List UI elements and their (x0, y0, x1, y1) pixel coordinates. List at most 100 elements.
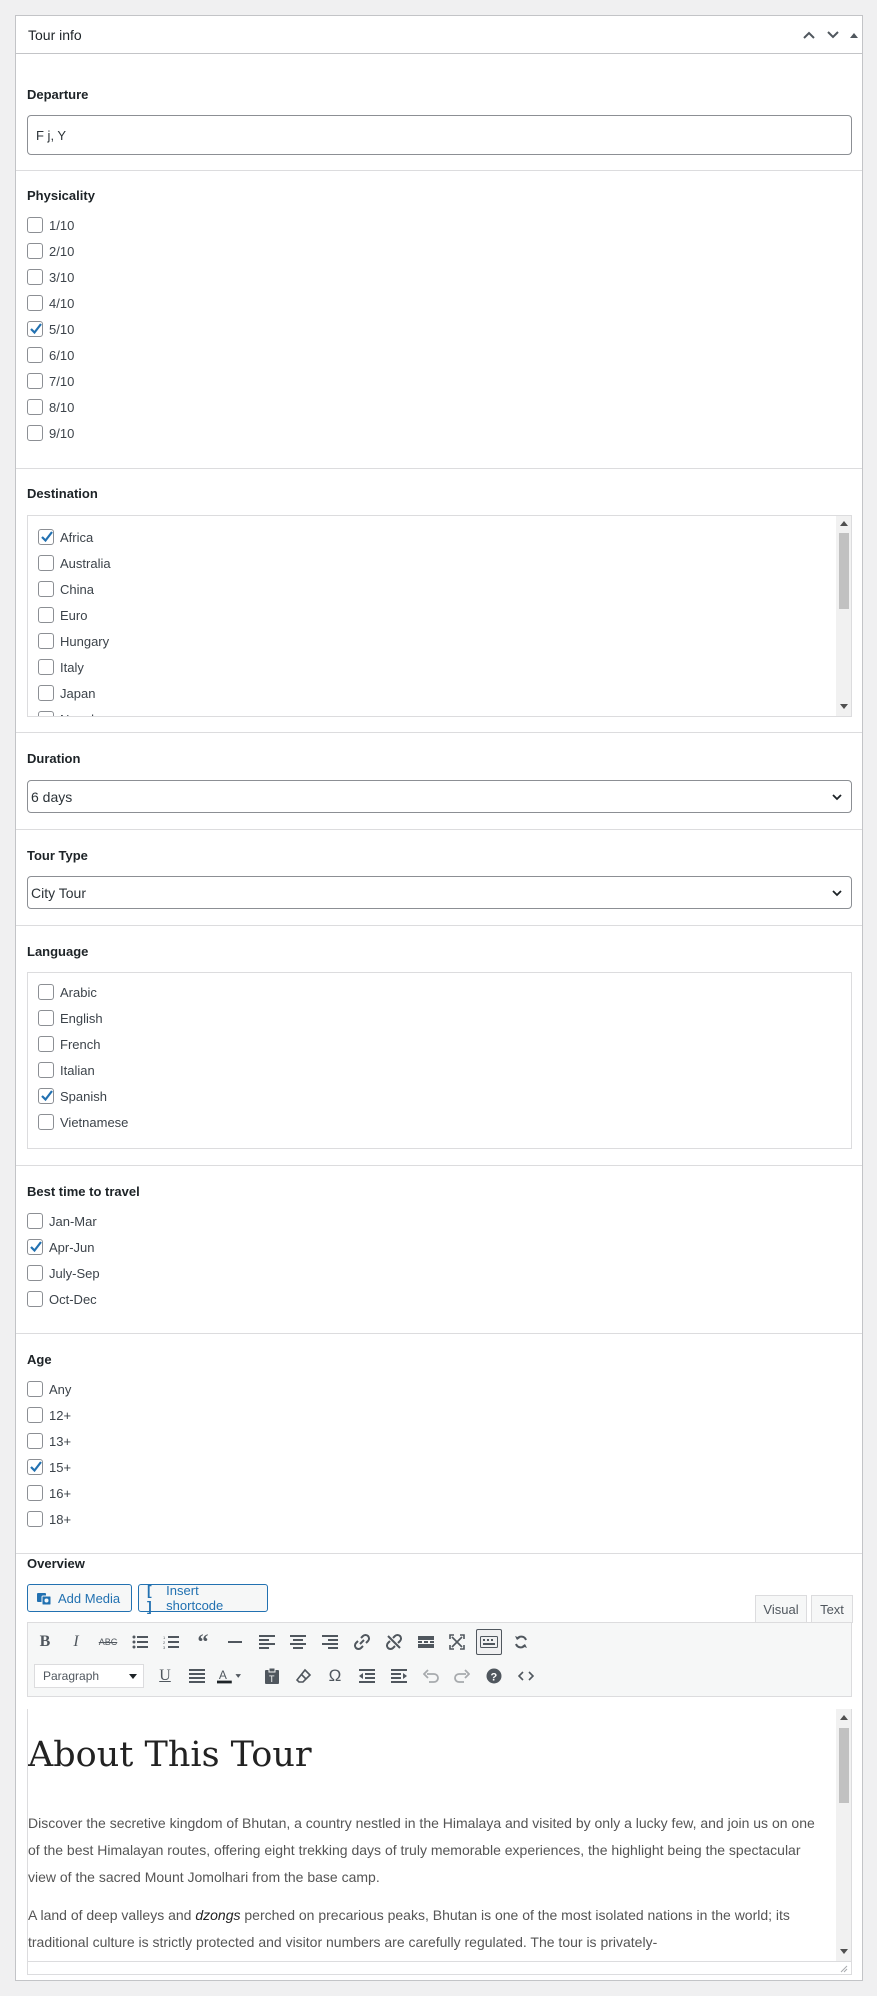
checkbox[interactable] (38, 1114, 54, 1130)
move-down-icon[interactable] (823, 25, 843, 45)
language-option[interactable]: Arabic (38, 982, 97, 1002)
underline-icon[interactable]: U (153, 1664, 177, 1688)
departure-input[interactable] (27, 115, 852, 155)
language-option[interactable]: Italian (38, 1060, 95, 1080)
read-more-icon[interactable] (414, 1630, 438, 1654)
age-option[interactable]: 15+ (27, 1457, 71, 1477)
outdent-icon[interactable] (355, 1664, 379, 1688)
refresh-icon[interactable] (509, 1630, 533, 1654)
checkbox[interactable] (27, 399, 43, 415)
language-option[interactable]: Vietnamese (38, 1112, 128, 1132)
age-option[interactable]: 13+ (27, 1431, 71, 1451)
physicality-option[interactable]: 1/10 (27, 215, 74, 235)
physicality-option[interactable]: 4/10 (27, 293, 74, 313)
checkbox[interactable] (27, 1213, 43, 1229)
scroll-down-arrow-icon[interactable] (840, 1949, 848, 1955)
language-option[interactable]: French (38, 1034, 100, 1054)
editor-scroll-thumb[interactable] (839, 1728, 849, 1803)
toolbar-toggle-icon[interactable] (476, 1629, 502, 1655)
scroll-up-arrow-icon[interactable] (840, 1714, 848, 1720)
checkbox[interactable] (38, 633, 54, 649)
physicality-option[interactable]: 3/10 (27, 267, 74, 287)
best-time-option[interactable]: Apr-Jun (27, 1237, 95, 1257)
bold-icon[interactable]: B (33, 1630, 57, 1654)
italic-icon[interactable]: I (64, 1630, 88, 1654)
scroll-down-arrow-icon[interactable] (840, 704, 848, 710)
physicality-option[interactable]: 5/10 (27, 319, 74, 339)
physicality-option[interactable]: 2/10 (27, 241, 74, 261)
destination-scrollbar[interactable] (836, 516, 851, 716)
checkbox[interactable] (38, 685, 54, 701)
editor-scrollbar[interactable] (836, 1709, 851, 1961)
paste-as-text-icon[interactable]: T (260, 1664, 284, 1688)
tab-text[interactable]: Text (811, 1595, 853, 1623)
remove-link-icon[interactable] (382, 1630, 406, 1654)
checkbox[interactable] (27, 1381, 43, 1397)
best-time-option[interactable]: Jan-Mar (27, 1211, 97, 1231)
destination-option[interactable]: Nepal (38, 709, 94, 716)
blockquote-icon[interactable]: “ (191, 1629, 215, 1654)
checkbox[interactable] (27, 425, 43, 441)
checkbox[interactable] (38, 1036, 54, 1052)
destination-option[interactable]: Hungary (38, 631, 109, 651)
destination-option[interactable]: Australia (38, 553, 111, 573)
code-icon[interactable] (514, 1664, 538, 1688)
bullet-list-icon[interactable] (128, 1630, 152, 1654)
destination-option[interactable]: Africa (38, 527, 93, 547)
indent-icon[interactable] (387, 1664, 411, 1688)
language-option[interactable]: Spanish (38, 1086, 107, 1106)
checkbox-checked[interactable] (38, 1088, 54, 1104)
align-right-icon[interactable] (318, 1630, 342, 1654)
checkbox[interactable] (27, 1485, 43, 1501)
age-option[interactable]: 18+ (27, 1509, 71, 1529)
strikethrough-icon[interactable]: ABC (96, 1630, 120, 1654)
checkbox[interactable] (27, 1265, 43, 1281)
physicality-option[interactable]: 7/10 (27, 371, 74, 391)
format-select[interactable]: Paragraph (34, 1664, 144, 1688)
physicality-option[interactable]: 8/10 (27, 397, 74, 417)
add-media-button[interactable]: Add Media (27, 1584, 132, 1612)
physicality-option[interactable]: 6/10 (27, 345, 74, 365)
checkbox-checked[interactable] (38, 529, 54, 545)
physicality-option[interactable]: 9/10 (27, 423, 74, 443)
checkbox-checked[interactable] (27, 1459, 43, 1475)
redo-icon[interactable] (450, 1664, 474, 1688)
destination-scroll-thumb[interactable] (839, 533, 849, 609)
duration-select[interactable]: 6 days (27, 780, 852, 813)
move-up-icon[interactable] (799, 25, 819, 45)
checkbox[interactable] (27, 1511, 43, 1527)
language-option[interactable]: English (38, 1008, 103, 1028)
checkbox[interactable] (38, 711, 54, 716)
destination-option[interactable]: Euro (38, 605, 87, 625)
checkbox[interactable] (27, 243, 43, 259)
special-character-icon[interactable]: Ω (323, 1664, 347, 1688)
checkbox[interactable] (38, 659, 54, 675)
age-option[interactable]: Any (27, 1379, 71, 1399)
checkbox[interactable] (27, 1291, 43, 1307)
horizontal-line-icon[interactable] (223, 1630, 247, 1654)
destination-option[interactable]: China (38, 579, 94, 599)
checkbox[interactable] (27, 1433, 43, 1449)
checkbox[interactable] (27, 347, 43, 363)
undo-icon[interactable] (419, 1664, 443, 1688)
tab-visual[interactable]: Visual (755, 1595, 807, 1623)
age-option[interactable]: 12+ (27, 1405, 71, 1425)
checkbox[interactable] (38, 607, 54, 623)
checkbox[interactable] (27, 269, 43, 285)
checkbox[interactable] (38, 1010, 54, 1026)
align-left-icon[interactable] (255, 1630, 279, 1654)
destination-option[interactable]: Italy (38, 657, 84, 677)
tour-type-select[interactable]: City Tour (27, 876, 852, 909)
checkbox[interactable] (27, 295, 43, 311)
fullscreen-icon[interactable] (445, 1630, 469, 1654)
justify-icon[interactable] (185, 1664, 209, 1688)
checkbox[interactable] (27, 373, 43, 389)
checkbox-checked[interactable] (27, 321, 43, 337)
checkbox[interactable] (27, 1407, 43, 1423)
insert-link-icon[interactable] (350, 1630, 374, 1654)
best-time-option[interactable]: Oct-Dec (27, 1289, 97, 1309)
checkbox-checked[interactable] (27, 1239, 43, 1255)
checkbox[interactable] (27, 217, 43, 233)
scroll-up-arrow-icon[interactable] (840, 520, 848, 526)
checkbox[interactable] (38, 1062, 54, 1078)
